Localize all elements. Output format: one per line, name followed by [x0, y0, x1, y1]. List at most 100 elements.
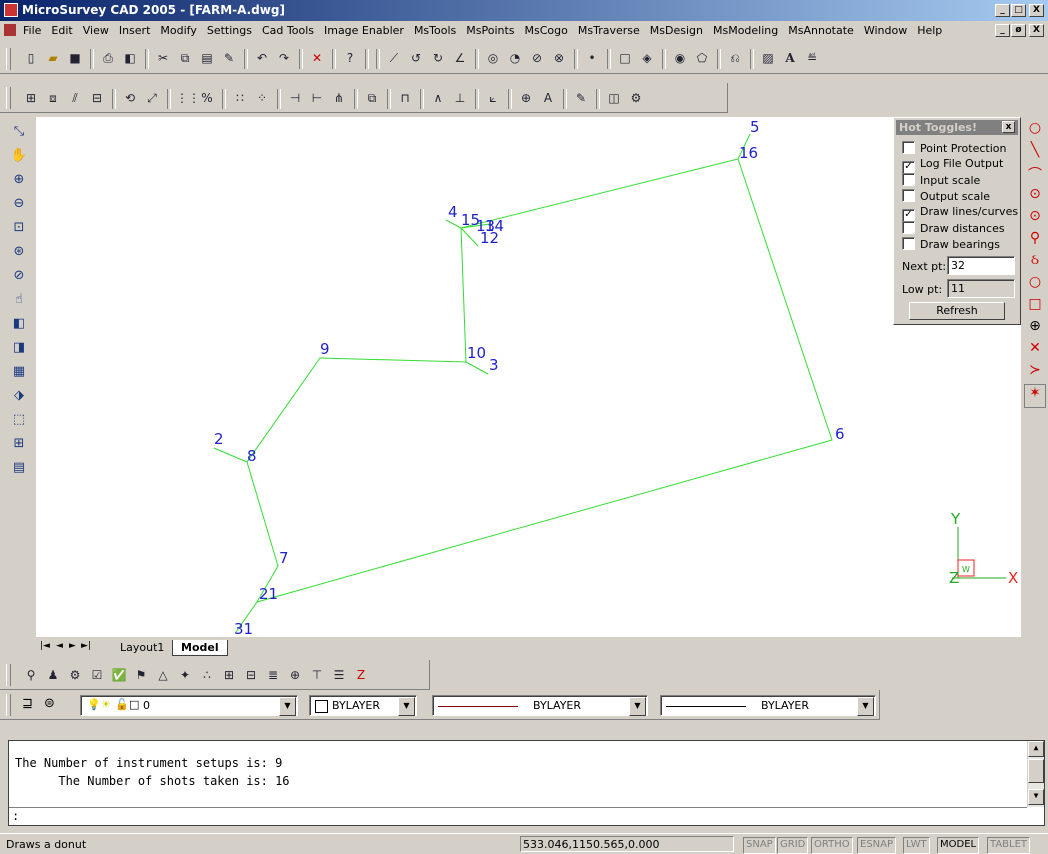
slope-icon[interactable]: ⟀: [484, 89, 502, 107]
document-icon-2[interactable]: ▤: [9, 458, 29, 478]
scale-icon[interactable]: ⤢: [143, 89, 161, 107]
zoom-all-icon[interactable]: ⊛: [9, 242, 29, 262]
auto-point-icon[interactable]: ⊕: [286, 666, 304, 684]
next-tab-button[interactable]: ►: [69, 641, 76, 651]
refresh-button[interactable]: Refresh: [909, 302, 1005, 320]
layer-make-current-icon[interactable]: ⊒: [22, 696, 33, 711]
pen-icon[interactable]: ✎: [572, 89, 590, 107]
menu-mspoints[interactable]: MsPoints: [461, 21, 519, 41]
menu-settings[interactable]: Settings: [202, 21, 257, 41]
menu-help[interactable]: Help: [912, 21, 947, 41]
menu-msannotate[interactable]: MsAnnotate: [783, 21, 859, 41]
snap-none-icon[interactable]: ✶: [1024, 384, 1046, 408]
point-icon[interactable]: •: [583, 49, 601, 67]
command-scrollbar[interactable]: ▲ ▼: [1027, 741, 1044, 807]
lightbulb-icon[interactable]: 💡: [87, 698, 101, 711]
mstools-setup-icon[interactable]: ⚙: [66, 666, 84, 684]
shot-line[interactable]: [465, 361, 489, 375]
scale-z-icon[interactable]: Z: [352, 666, 370, 684]
list-icon[interactable]: ☰: [330, 666, 348, 684]
point-label[interactable]: 6: [835, 425, 845, 443]
cogo-curve-icon[interactable]: ↺: [407, 49, 425, 67]
menu-msdesign[interactable]: MsDesign: [645, 21, 708, 41]
lineweight-dropdown[interactable]: BYLAYER ▼: [660, 695, 876, 716]
menu-file[interactable]: File: [18, 21, 46, 41]
toggle-output-scale[interactable]: Output scale: [902, 189, 990, 205]
pts-icon[interactable]: ∴: [198, 666, 216, 684]
menu-insert[interactable]: Insert: [114, 21, 156, 41]
arc-icon[interactable]: ⌒: [1024, 164, 1046, 186]
tangent-icon[interactable]: ○: [1024, 274, 1046, 296]
region-icon[interactable]: ◈: [638, 49, 656, 67]
realtime-pan-icon[interactable]: ☝: [9, 290, 29, 310]
checkbox[interactable]: [902, 141, 915, 154]
coordinate-display[interactable]: 533.046,1150.565,0.000: [520, 836, 734, 852]
toolbar-grip-2[interactable]: [6, 87, 11, 109]
doc-close-button[interactable]: X: [1029, 24, 1044, 37]
rectangle-icon[interactable]: □: [616, 49, 634, 67]
shot-line[interactable]: [213, 447, 248, 463]
rotate-icon[interactable]: ⟲: [121, 89, 139, 107]
toggle-draw-lines-curves[interactable]: ✓ Draw lines/curves: [902, 205, 1018, 222]
print-icon[interactable]: ⎙: [99, 49, 117, 67]
ortho-toggle[interactable]: ORTHO: [811, 837, 853, 854]
cut-icon[interactable]: ✂: [154, 49, 172, 67]
first-tab-button[interactable]: |◄: [40, 641, 50, 651]
window-icon[interactable]: ◫: [605, 89, 623, 107]
scroll-down-button[interactable]: ▼: [1028, 789, 1044, 805]
app-icon[interactable]: [4, 3, 18, 17]
zoom-window-icon[interactable]: ⊡: [9, 218, 29, 238]
layer-previous-icon-2[interactable]: ⊜: [44, 696, 55, 711]
menu-edit[interactable]: Edit: [46, 21, 77, 41]
title-bar[interactable]: MicroSurvey CAD 2005 - [FARM-A.dwg] _ □ …: [0, 0, 1048, 21]
draw-order-icon[interactable]: ⬗: [9, 386, 29, 406]
array-icon[interactable]: ⋮⋮: [176, 89, 200, 107]
drawing-svg[interactable]: 5 16 4 15 14 13 12 10 3 9 2 8 6 7 21 31 …: [36, 117, 1021, 638]
cogo-line-icon[interactable]: ⟋: [385, 49, 403, 67]
point-label[interactable]: 3: [489, 356, 499, 374]
toolbar-grip[interactable]: [6, 48, 11, 70]
toggle-input-scale[interactable]: Input scale: [902, 173, 980, 189]
menu-image-enabler[interactable]: Image Enabler: [319, 21, 409, 41]
layer-state-icon[interactable]: ⧈: [44, 89, 62, 107]
menu-mscogo[interactable]: MsCogo: [520, 21, 573, 41]
toolbar-grip-3[interactable]: [6, 664, 11, 686]
hatch-icon[interactable]: ▨: [759, 49, 777, 67]
scroll-thumb[interactable]: [1028, 759, 1044, 783]
snap-toggle[interactable]: SNAP: [743, 837, 776, 854]
color-dropdown-arrow[interactable]: ▼: [398, 697, 415, 716]
help-icon[interactable]: ?: [341, 49, 359, 67]
checkbox[interactable]: [902, 221, 915, 234]
quadrant-icon[interactable]: ⊕: [1024, 318, 1046, 340]
cogo-angle-icon[interactable]: ∠: [451, 49, 469, 67]
menu-msmodeling[interactable]: MsModeling: [708, 21, 783, 41]
line-icon[interactable]: ╲: [1024, 142, 1046, 164]
layer-previous-icon[interactable]: ◨: [9, 338, 29, 358]
paste-icon[interactable]: ▤: [198, 49, 216, 67]
percent-icon[interactable]: %: [198, 89, 216, 107]
zoom-in-icon[interactable]: ⊕: [9, 170, 29, 190]
command-window[interactable]: The Number of instrument setups is: 9 Th…: [8, 740, 1045, 826]
stake-icon[interactable]: ⚑: [132, 666, 150, 684]
check-edit-icon[interactable]: ✅: [110, 666, 128, 684]
layer-state-icon-2[interactable]: ▦: [9, 362, 29, 382]
zoom-previous-icon[interactable]: ⊘: [9, 266, 29, 286]
maximize-button[interactable]: □: [1011, 4, 1026, 17]
boundary-line[interactable]: [246, 158, 833, 603]
tab-layout1[interactable]: Layout1: [112, 640, 172, 655]
layer-dropdown[interactable]: 💡 ☀ 🔓 □ 0 ▼: [80, 695, 298, 716]
grid-toggle[interactable]: GRID: [777, 837, 809, 854]
pan-hand-icon[interactable]: ✋: [9, 146, 29, 166]
circle-icon[interactable]: ○: [1024, 120, 1046, 142]
menu-window[interactable]: Window: [859, 21, 912, 41]
lock-icon[interactable]: 🔓: [115, 698, 129, 711]
doc-restore-button[interactable]: ø: [1011, 24, 1026, 37]
dimension-icon[interactable]: ⊥: [451, 89, 469, 107]
toggle-log-file-output[interactable]: ✓ Log File Output: [902, 157, 1003, 174]
annotate-icon[interactable]: A: [539, 89, 557, 107]
menu-mstraverse[interactable]: MsTraverse: [573, 21, 645, 41]
pan-point-icon[interactable]: ⤡: [9, 122, 29, 142]
point-label[interactable]: 4: [448, 203, 458, 221]
angle-icon[interactable]: ∧: [429, 89, 447, 107]
triangle-icon[interactable]: △: [154, 666, 172, 684]
